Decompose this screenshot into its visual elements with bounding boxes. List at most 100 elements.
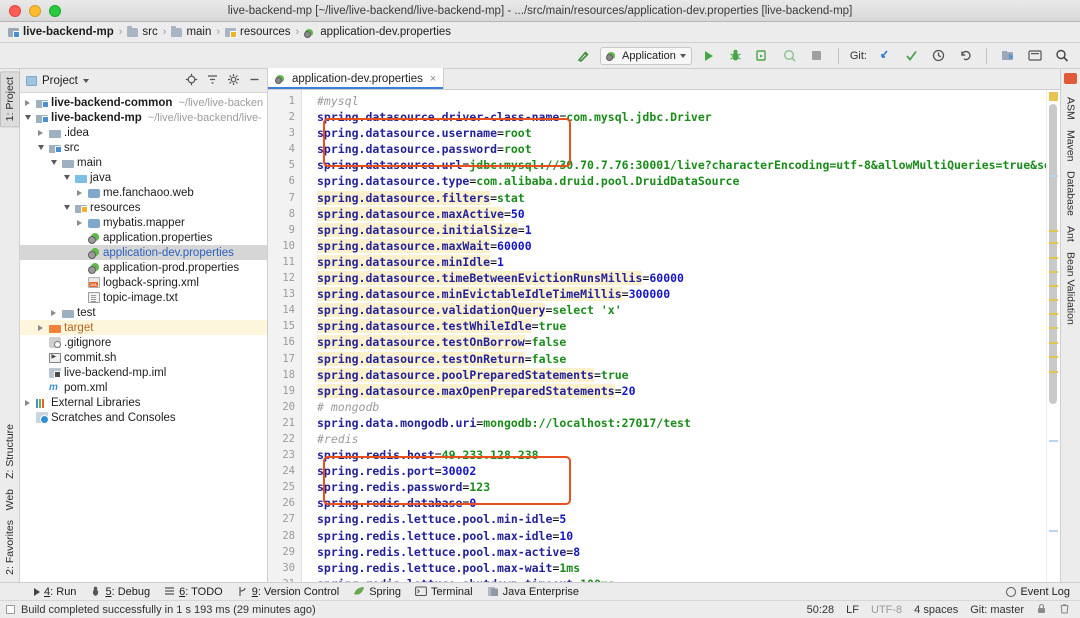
- code-line[interactable]: spring.datasource.url=jdbc:mysql://30.70…: [311, 157, 1046, 173]
- tree-node[interactable]: application-prod.properties: [20, 260, 267, 275]
- git-update-button[interactable]: [874, 46, 894, 66]
- tree-node[interactable]: application.properties: [20, 230, 267, 245]
- breadcrumb-item-module[interactable]: live-backend-mp: [6, 26, 116, 38]
- run-configuration-selector[interactable]: Application: [600, 46, 692, 65]
- tree-node[interactable]: live-backend-mp.iml: [20, 365, 267, 380]
- chevron-right-icon[interactable]: [22, 97, 33, 108]
- tree-node[interactable]: resources: [20, 200, 267, 215]
- sidebar-item-maven[interactable]: Maven: [1062, 125, 1080, 167]
- tree-node[interactable]: m pom.xml: [20, 380, 267, 395]
- code-line[interactable]: spring.redis.lettuce.pool.max-idle=10: [311, 528, 1046, 544]
- code-line[interactable]: spring.redis.lettuce.pool.max-wait=1ms: [311, 560, 1046, 576]
- editor-tab-application-dev-properties[interactable]: application-dev.properties ×: [268, 68, 445, 89]
- code-line[interactable]: spring.datasource.maxOpenPreparedStateme…: [311, 383, 1046, 399]
- code-content[interactable]: #mysql spring.datasource.driver-class-nam…: [311, 90, 1046, 582]
- tree-node[interactable]: mybatis.mapper: [20, 215, 267, 230]
- tree-node[interactable]: test: [20, 305, 267, 320]
- debug-button[interactable]: [726, 46, 746, 66]
- code-line[interactable]: spring.datasource.minEvictableIdleTimeMi…: [311, 286, 1046, 302]
- tree-node[interactable]: topic-image.txt: [20, 290, 267, 305]
- project-tree[interactable]: live-backend-common ~/live/live-backend l…: [20, 93, 267, 582]
- code-line[interactable]: spring.datasource.validationQuery=select…: [311, 302, 1046, 318]
- inspection-status-marker[interactable]: [1049, 92, 1058, 101]
- code-line[interactable]: spring.redis.lettuce.pool.min-idle=5: [311, 511, 1046, 527]
- breadcrumb-item-file[interactable]: application-dev.properties: [302, 26, 453, 38]
- sidebar-item-ant[interactable]: Ant: [1062, 221, 1080, 247]
- build-hammer-icon[interactable]: [573, 46, 593, 66]
- line-separator[interactable]: LF: [846, 604, 859, 616]
- tool-window-run[interactable]: 4: Run: [34, 586, 76, 598]
- code-line[interactable]: #redis: [311, 431, 1046, 447]
- background-tasks-icon[interactable]: [6, 605, 15, 614]
- maximize-window-button[interactable]: [49, 4, 61, 17]
- sidebar-item-bean-validation[interactable]: Bean Validation: [1062, 247, 1080, 330]
- chevron-down-icon[interactable]: [61, 172, 72, 183]
- chevron-right-icon[interactable]: [48, 307, 59, 318]
- chevron-right-icon[interactable]: [35, 322, 46, 333]
- tree-node[interactable]: target: [20, 320, 267, 335]
- chevron-down-icon[interactable]: [22, 112, 33, 123]
- chevron-right-icon[interactable]: [74, 217, 85, 228]
- code-line[interactable]: spring.datasource.maxActive=50: [311, 206, 1046, 222]
- code-line[interactable]: spring.datasource.minIdle=1: [311, 254, 1046, 270]
- code-line[interactable]: # mongodb: [311, 399, 1046, 415]
- close-window-button[interactable]: [9, 4, 21, 17]
- code-line[interactable]: spring.datasource.timeBetweenEvictionRun…: [311, 270, 1046, 286]
- chevron-right-icon[interactable]: [22, 397, 33, 408]
- tool-window-java-enterprise[interactable]: Java Enterprise: [487, 586, 579, 598]
- code-line[interactable]: spring.datasource.testOnReturn=false: [311, 351, 1046, 367]
- code-fold-strip[interactable]: [302, 90, 311, 582]
- tree-node[interactable]: application-dev.properties: [20, 245, 267, 260]
- editor-scrollbar[interactable]: [1049, 104, 1057, 404]
- code-line[interactable]: spring.datasource.type=com.alibaba.druid…: [311, 173, 1046, 189]
- tree-node[interactable]: logback-spring.xml: [20, 275, 267, 290]
- code-line[interactable]: spring.datasource.testWhileIdle=true: [311, 318, 1046, 334]
- tool-window-todo[interactable]: 6: TODO: [164, 586, 223, 598]
- code-line[interactable]: spring.data.mongodb.uri=mongodb://localh…: [311, 415, 1046, 431]
- hide-panel-icon[interactable]: [248, 73, 261, 89]
- breadcrumb-item-main[interactable]: main: [169, 25, 213, 38]
- tree-node[interactable]: External Libraries: [20, 395, 267, 410]
- chevron-down-icon[interactable]: [35, 142, 46, 153]
- locate-icon[interactable]: [185, 73, 198, 89]
- code-line[interactable]: spring.redis.password=123: [311, 479, 1046, 495]
- sidebar-item-asm-label[interactable]: ASM: [1062, 92, 1080, 125]
- indent-setting[interactable]: 4 spaces: [914, 604, 958, 616]
- tree-node[interactable]: java: [20, 170, 267, 185]
- profile-button[interactable]: [780, 46, 800, 66]
- tree-node[interactable]: main: [20, 155, 267, 170]
- tree-node[interactable]: me.fanchaoo.web: [20, 185, 267, 200]
- chevron-right-icon[interactable]: [35, 127, 46, 138]
- breadcrumb-item-src[interactable]: src: [125, 25, 159, 38]
- chevron-down-icon[interactable]: [61, 202, 72, 213]
- code-line[interactable]: spring.redis.host=49.233.128.238: [311, 447, 1046, 463]
- file-encoding[interactable]: UTF-8: [871, 604, 902, 616]
- chevron-down-icon[interactable]: [48, 157, 59, 168]
- tree-node[interactable]: .gitignore: [20, 335, 267, 350]
- sidebar-item-database[interactable]: Database: [1062, 166, 1080, 221]
- code-line[interactable]: spring.datasource.driver-class-name=com.…: [311, 109, 1046, 125]
- tree-node[interactable]: live-backend-common ~/live/live-backend: [20, 95, 267, 110]
- git-history-button[interactable]: [928, 46, 948, 66]
- code-line[interactable]: spring.datasource.initialSize=1: [311, 222, 1046, 238]
- terminal-button[interactable]: [1025, 46, 1045, 66]
- lock-icon[interactable]: [1036, 603, 1047, 617]
- code-line[interactable]: spring.datasource.maxWait=60000: [311, 238, 1046, 254]
- tool-window-terminal[interactable]: Terminal: [415, 586, 473, 598]
- tool-window-version-control[interactable]: 9: Version Control: [237, 586, 339, 598]
- chevron-right-icon[interactable]: [74, 187, 85, 198]
- chevron-down-icon[interactable]: [82, 78, 89, 83]
- editor-marker-gutter[interactable]: [1046, 90, 1060, 582]
- run-with-coverage-button[interactable]: [753, 46, 773, 66]
- git-commit-button[interactable]: [901, 46, 921, 66]
- code-line[interactable]: spring.datasource.username=root: [311, 125, 1046, 141]
- breadcrumb-item-resources[interactable]: resources: [223, 26, 293, 38]
- collapse-all-icon[interactable]: [206, 73, 219, 89]
- code-line[interactable]: spring.redis.lettuce.shutdown-timeout=10…: [311, 576, 1046, 582]
- code-editor[interactable]: 1 2 3 4 5 6 7 8 9 10 11 12 13 14 15 16 17 18 19 20 21 22 23 24 2…: [268, 90, 1060, 582]
- code-line[interactable]: spring.redis.lettuce.pool.max-active=8: [311, 544, 1046, 560]
- window-controls[interactable]: [0, 4, 61, 17]
- tree-node[interactable]: src: [20, 140, 267, 155]
- tree-node[interactable]: .idea: [20, 125, 267, 140]
- code-line[interactable]: spring.datasource.testOnBorrow=false: [311, 334, 1046, 350]
